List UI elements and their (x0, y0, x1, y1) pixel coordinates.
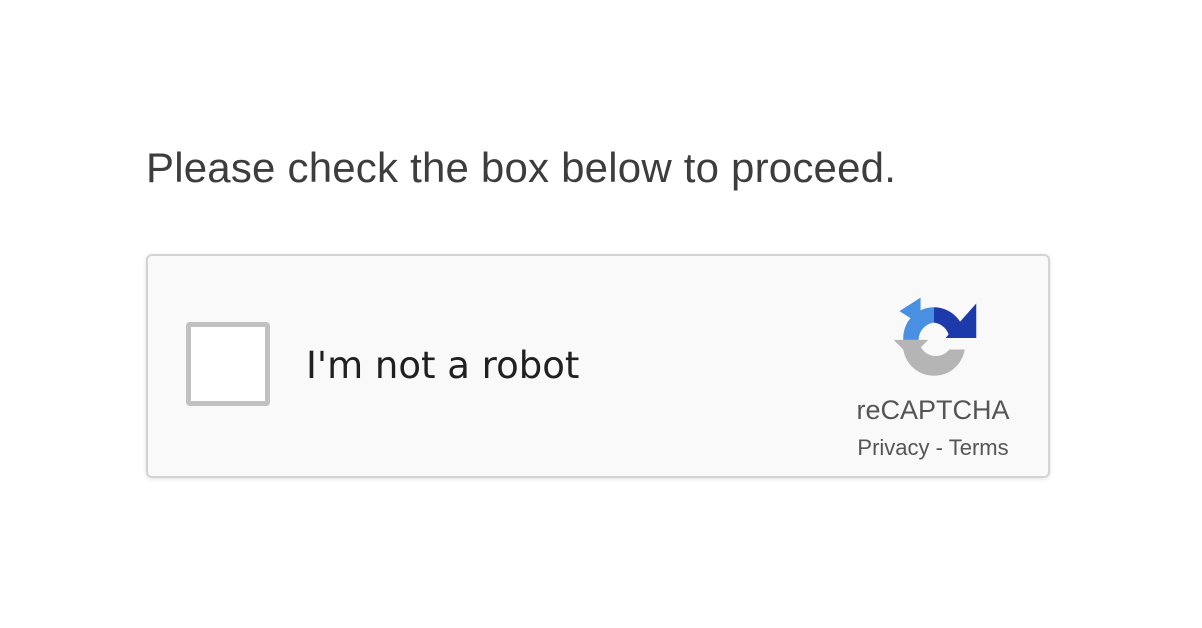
not-a-robot-checkbox[interactable] (186, 322, 270, 406)
captcha-page: Please check the box below to proceed. I… (0, 0, 1202, 628)
link-separator: - (935, 435, 943, 460)
recaptcha-widget: I'm not a robot reCAPTCHA Privacy - Term… (146, 254, 1050, 478)
recaptcha-brand-name: reCAPTCHA (856, 395, 1010, 425)
privacy-link[interactable]: Privacy (857, 435, 929, 460)
recaptcha-links: Privacy - Terms (838, 434, 1028, 462)
recaptcha-branding: reCAPTCHA Privacy - Terms (838, 284, 1028, 464)
recaptcha-logo-icon (893, 297, 977, 376)
checkbox-label: I'm not a robot (306, 344, 580, 387)
terms-link[interactable]: Terms (949, 435, 1009, 460)
instruction-text: Please check the box below to proceed. (146, 144, 897, 191)
